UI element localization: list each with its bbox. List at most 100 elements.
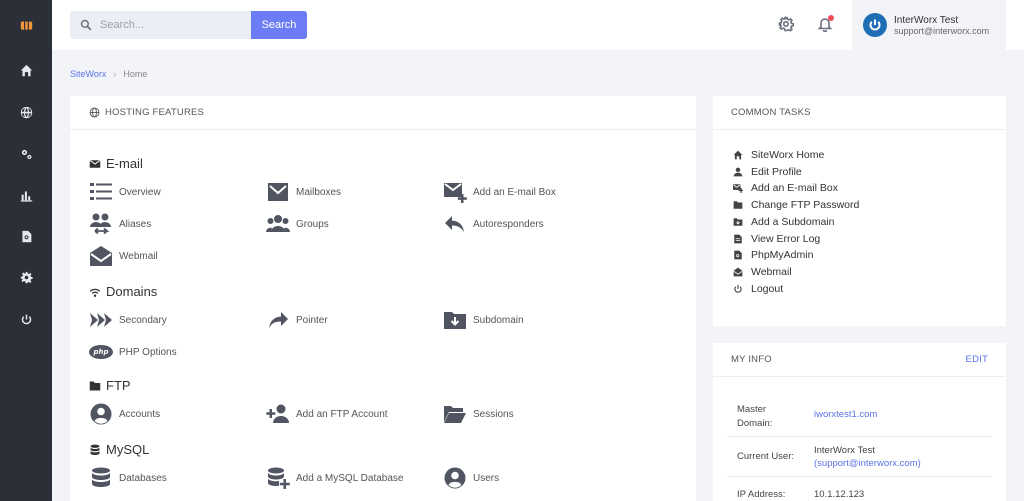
user-plus-icon [265,402,291,426]
folder-download-icon [442,308,468,332]
feature-databases[interactable]: Databases [88,466,167,490]
feature-aliases[interactable]: Aliases [88,212,151,236]
user-avatar-icon [863,13,887,37]
home-icon[interactable] [0,55,52,85]
section-email-label: E-mail [106,156,143,171]
ip-address-label: IP Address: [737,489,786,500]
task-logout-label: Logout [751,283,784,295]
task-siteworx-home-label: SiteWorx Home [751,149,825,161]
task-edit-profile[interactable]: Edit Profile [733,166,802,178]
task-phpmyadmin[interactable]: PhpMyAdmin [733,249,813,261]
task-view-error-log[interactable]: View Error Log [733,233,820,245]
settings-icon[interactable] [778,16,795,32]
envelope-icon [265,180,291,204]
envelope-plus-icon [442,180,468,204]
feature-webmail[interactable]: Webmail [88,244,158,268]
gear-icon[interactable] [0,262,52,292]
feature-add-mysql-database-label: Add a MySQL Database [296,472,404,484]
breadcrumb: SiteWorx › Home [70,69,147,79]
chart-icon[interactable] [0,180,52,210]
section-domains-label: Domains [106,284,158,299]
task-phpmyadmin-label: PhpMyAdmin [751,249,814,261]
task-add-email-box[interactable]: Add an E-mail Box [733,182,838,194]
feature-sessions[interactable]: Sessions [442,402,514,426]
file-search-icon [734,250,742,260]
feature-overview-label: Overview [119,186,161,198]
feature-add-mysql-database[interactable]: Add a MySQL Database [265,466,403,490]
feature-mailboxes-label: Mailboxes [296,186,342,198]
master-domain-link[interactable]: iworxtest1.com [814,409,877,420]
feature-webmail-label: Webmail [119,250,158,262]
php-icon: php [88,340,114,364]
current-user-email-link[interactable]: (support@interworx.com) [814,458,921,469]
section-domains-title: Domains [89,284,157,299]
task-logout[interactable]: Logout [733,283,783,295]
feature-subdomain[interactable]: Subdomain [442,308,524,332]
users-arrows-icon [88,212,114,236]
task-view-error-log-label: View Error Log [751,233,821,245]
search-icon [80,19,92,31]
power-icon[interactable] [0,304,52,334]
top-bar: Search InterWorx Test support@interworx.… [52,0,1024,50]
home-icon [733,150,743,160]
task-webmail[interactable]: Webmail [733,266,792,278]
search-button[interactable]: Search [251,11,307,39]
task-change-ftp-password[interactable]: Change FTP Password [733,199,859,211]
feature-sessions-label: Sessions [473,408,514,420]
sidebar [0,0,52,501]
feature-mailboxes[interactable]: Mailboxes [265,180,341,204]
globe-icon [89,107,100,118]
feature-users[interactable]: Users [442,466,499,490]
feature-php-options[interactable]: php PHP Options [88,340,177,364]
logo-icon[interactable] [0,10,52,40]
feature-groups[interactable]: Groups [265,212,329,236]
task-change-ftp-password-label: Change FTP Password [751,199,860,211]
file-search-icon[interactable] [0,221,52,251]
database-icon [88,466,114,490]
folder-icon [89,381,101,390]
feature-secondary-label: Secondary [119,314,167,326]
user-circle-icon [88,402,114,426]
feature-secondary[interactable]: Secondary [88,308,167,332]
file-icon [734,234,742,244]
envelope-open-icon [88,244,114,268]
feature-autoresponders[interactable]: Autoresponders [442,212,544,236]
bell-icon[interactable] [817,15,834,33]
folder-download-icon [733,218,743,226]
share-arrow-icon [265,308,291,332]
breadcrumb-siteworx[interactable]: SiteWorx [70,69,106,79]
feature-databases-label: Databases [119,472,167,484]
feature-overview[interactable]: Overview [88,180,161,204]
search-input[interactable] [100,19,240,31]
hosting-features-header: HOSTING FEATURES [70,96,696,130]
edit-link[interactable]: EDIT [966,354,988,365]
feature-add-ftp-account[interactable]: Add an FTP Account [265,402,388,426]
database-plus-icon [265,466,291,490]
feature-aliases-label: Aliases [119,218,152,230]
task-add-subdomain-label: Add a Subdomain [751,216,835,228]
section-email-title: E-mail [89,156,143,171]
notification-dot [828,15,834,21]
envelope-plus-icon [733,184,743,193]
common-tasks-title: COMMON TASKS [731,107,811,118]
current-user-value: InterWorx Test (support@interworx.com) [814,445,921,469]
cogs-icon[interactable] [0,139,52,169]
current-user-label: Current User: [737,451,795,462]
feature-add-email-box[interactable]: Add an E-mail Box [442,180,556,204]
globe-icon[interactable] [0,97,52,127]
common-tasks-header: COMMON TASKS [713,96,1006,130]
envelope-icon [89,159,101,168]
feature-accounts[interactable]: Accounts [88,402,160,426]
power-icon [734,284,742,293]
common-tasks-card: COMMON TASKS SiteWorx Home Edit Profile … [713,96,1006,326]
task-add-subdomain[interactable]: Add a Subdomain [733,216,834,228]
group-icon [265,212,291,236]
feature-pointer[interactable]: Pointer [265,308,328,332]
feature-users-label: Users [473,472,500,484]
task-siteworx-home[interactable]: SiteWorx Home [733,149,824,161]
feature-subdomain-label: Subdomain [473,314,524,326]
info-row-master-domain: Master Domain: iworxtest1.com [727,395,992,437]
feature-autoresponders-label: Autoresponders [473,218,544,230]
section-ftp-title: FTP [89,378,131,393]
user-menu[interactable]: InterWorx Test support@interworx.com [852,0,1006,50]
